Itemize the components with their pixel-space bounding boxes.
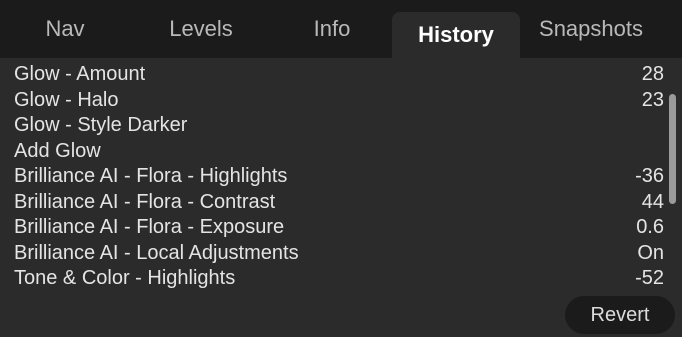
- tab-info[interactable]: Info: [272, 0, 392, 58]
- history-item-label: Tone & Color - Highlights: [14, 267, 236, 289]
- history-item-label: Brilliance AI - Flora - Highlights: [14, 165, 288, 187]
- history-item-value: On: [637, 241, 664, 264]
- history-item-label: Add Glow: [14, 139, 101, 162]
- history-list: Glow - Amount 28 Glow - Halo 23 Glow - S…: [14, 62, 666, 294]
- history-item-value: 0.6: [636, 216, 664, 238]
- history-item-label: Glow - Halo: [14, 88, 119, 111]
- history-item-value: 28: [641, 63, 664, 85]
- history-item-label: Brilliance AI - Flora - Contrast: [14, 190, 276, 213]
- history-item-value: 23: [641, 88, 664, 111]
- history-item-value: -52: [635, 267, 664, 289]
- tab-history[interactable]: History: [392, 12, 520, 58]
- history-scrollbar[interactable]: [669, 94, 676, 204]
- history-item-label: Brilliance AI - Flora - Exposure: [14, 216, 285, 238]
- history-item[interactable]: Add Glow: [14, 139, 666, 165]
- history-item[interactable]: Glow - Style Darker: [14, 113, 666, 139]
- history-item-label: Glow - Amount: [14, 63, 146, 85]
- tab-levels[interactable]: Levels: [130, 0, 272, 58]
- history-item[interactable]: Glow - Amount 28: [14, 62, 666, 88]
- panel-tab-bar: Nav Levels Info History Snapshots: [0, 0, 682, 58]
- tab-snapshots[interactable]: Snapshots: [520, 0, 662, 58]
- history-item[interactable]: Brilliance AI - Flora - Contrast 44: [14, 190, 666, 216]
- history-item-value: 44: [641, 190, 664, 213]
- history-item[interactable]: Brilliance AI - Flora - Highlights -36: [14, 164, 666, 190]
- history-panel: Nav Levels Info History Snapshots Glow -…: [0, 0, 682, 337]
- tab-nav[interactable]: Nav: [0, 0, 130, 58]
- history-item-value: [664, 139, 666, 165]
- history-item[interactable]: Brilliance AI - Flora - Exposure 0.6: [14, 215, 666, 241]
- history-item-label: Brilliance AI - Local Adjustments: [14, 241, 299, 264]
- revert-button[interactable]: Revert: [565, 296, 675, 334]
- history-item[interactable]: Glow - Halo 23: [14, 88, 666, 114]
- history-item-label: Glow - Style Darker: [14, 114, 188, 136]
- history-item[interactable]: Tone & Color - Highlights -52: [14, 266, 666, 292]
- history-item[interactable]: Brilliance AI - Local Adjustments On: [14, 241, 666, 267]
- history-item-value: -36: [635, 165, 664, 187]
- history-item-value: [664, 113, 666, 139]
